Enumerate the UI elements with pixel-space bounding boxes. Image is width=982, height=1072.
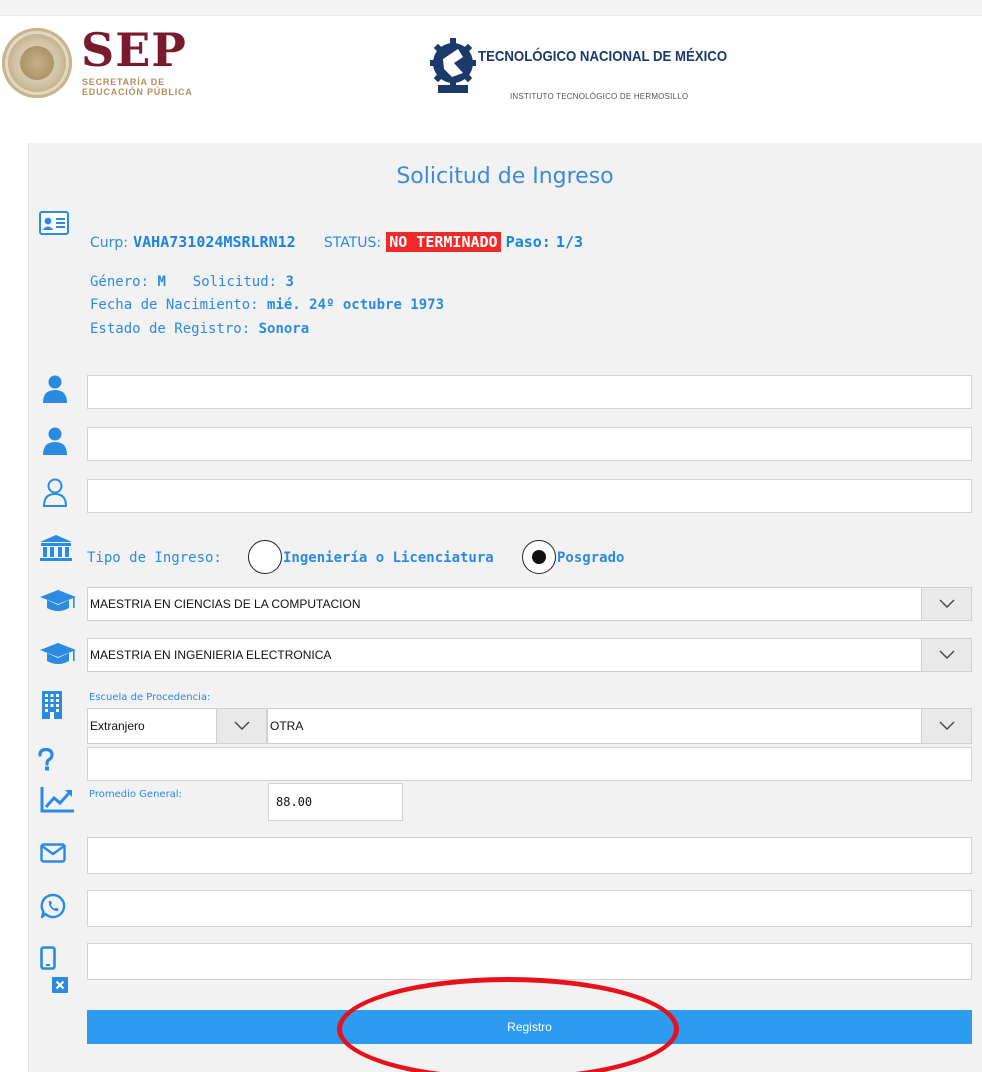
escuela-select[interactable]: OTRA (267, 708, 972, 744)
genero-solicitud-line: Género: M Solicitud: 3 (90, 274, 294, 290)
curp-status-line: Curp: VAHA731024MSRLRN12 STATUS: NO TERM… (90, 232, 584, 252)
tecnm-subtitle: INSTITUTO TECNOLÓGICO DE HERMOSILLO (510, 92, 689, 101)
chart-line-icon (40, 787, 74, 813)
escuela-label: Escuela de Procedencia: (89, 692, 211, 703)
chevron-down-icon (939, 721, 954, 730)
mobile-icon (40, 946, 56, 970)
paso-label: Paso: (505, 233, 551, 251)
status-badge: NO TERMINADO (386, 232, 501, 252)
form-title: Solicitud de Ingreso (396, 164, 614, 189)
register-button[interactable]: Registro (87, 1010, 972, 1044)
top-strip (0, 0, 982, 16)
fecha-value: mié. 24º octubre 1973 (267, 297, 445, 313)
user-icon (43, 375, 67, 403)
escuela-value: OTRA (270, 719, 304, 733)
graduation-cap-icon (40, 643, 76, 664)
sep-subtitle-line1: SECRETARÍA DE (82, 77, 165, 87)
status-label: STATUS: (323, 235, 382, 251)
paso-value: 1/3 (555, 233, 584, 251)
solicitud-value: 3 (285, 274, 294, 290)
sep-brand: SEP (81, 23, 187, 77)
fecha-line: Fecha de Nacimiento: mié. 24º octubre 19… (90, 297, 444, 313)
radio-ingenieria[interactable] (248, 540, 282, 574)
celular-input[interactable] (87, 943, 972, 980)
escuela-estado-value: Extranjero (90, 719, 145, 733)
bank-icon (40, 535, 72, 561)
tipo-ingreso-label: Tipo de Ingreso: (87, 550, 222, 566)
whatsapp-input[interactable] (87, 890, 972, 927)
escuela-estado-dropdown-button[interactable] (216, 709, 266, 743)
chevron-down-icon (234, 721, 249, 730)
genero-value: M (157, 274, 166, 290)
carrera1-select[interactable]: MAESTRIA EN CIENCIAS DE LA COMPUTACION (87, 587, 972, 621)
user-outline-icon (42, 478, 68, 507)
whatsapp-icon (40, 893, 66, 919)
promedio-input[interactable] (268, 783, 403, 821)
chevron-down-icon (939, 599, 954, 608)
estado-label: Estado de Registro: (90, 321, 251, 337)
graduation-cap-icon (40, 590, 76, 611)
estado-value: Sonora (258, 321, 310, 337)
solicitud-label: Solicitud: (192, 274, 278, 290)
radio-posgrado-label[interactable]: Posgrado (557, 550, 624, 566)
chevron-down-icon (939, 650, 954, 659)
radio-posgrado[interactable] (522, 540, 556, 574)
genero-label: Género: (90, 274, 150, 290)
radio-selected-dot (532, 550, 546, 564)
nombre-input[interactable] (87, 375, 972, 409)
sep-subtitle: SECRETARÍA DE EDUCACIÓN PÚBLICA (82, 77, 193, 97)
escuela-dropdown-button[interactable] (921, 709, 971, 743)
email-input[interactable] (87, 837, 972, 874)
curp-label: Curp: (90, 235, 129, 251)
promedio-label: Promedio General: (89, 789, 182, 800)
carrera2-dropdown-button[interactable] (921, 639, 971, 671)
envelope-icon (40, 843, 66, 863)
building-icon (42, 691, 62, 719)
carrera2-select[interactable]: MAESTRIA EN INGENIERIA ELECTRONICA (87, 638, 972, 672)
tecnm-logo (430, 38, 476, 93)
apellido-paterno-input[interactable] (87, 427, 972, 461)
carrera1-dropdown-button[interactable] (921, 588, 971, 620)
sep-seal-logo (2, 28, 72, 98)
tecnm-title: TECNOLÓGICO NACIONAL DE MÉXICO (478, 48, 728, 65)
estado-line: Estado de Registro: Sonora (90, 321, 309, 337)
close-icon[interactable] (52, 977, 68, 993)
question-icon (38, 748, 54, 771)
sep-subtitle-line2: EDUCACIÓN PÚBLICA (82, 87, 193, 97)
id-card-icon (39, 211, 69, 235)
escuela-otra-input[interactable] (87, 747, 972, 781)
curp-value: VAHA731024MSRLRN12 (133, 233, 296, 251)
carrera2-value: MAESTRIA EN INGENIERIA ELECTRONICA (90, 648, 332, 662)
radio-ingenieria-label[interactable]: Ingeniería o Licenciatura (283, 550, 494, 566)
carrera1-value: MAESTRIA EN CIENCIAS DE LA COMPUTACION (90, 597, 361, 611)
user-icon (43, 427, 67, 455)
fecha-label: Fecha de Nacimiento: (90, 297, 259, 313)
apellido-materno-input[interactable] (87, 479, 972, 513)
